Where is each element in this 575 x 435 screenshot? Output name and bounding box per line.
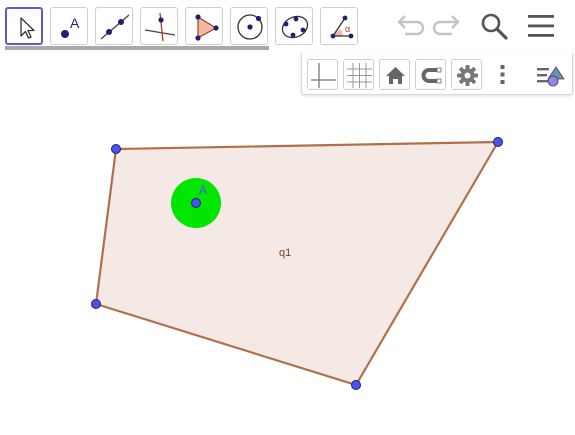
line-icon xyxy=(100,14,130,40)
arrow-cursor-icon xyxy=(20,17,35,39)
point-tool-label: A xyxy=(70,15,80,31)
undo-icon xyxy=(397,15,425,36)
vertex-bottom-right[interactable] xyxy=(351,380,361,390)
perpendicular-tool-button[interactable] xyxy=(140,7,178,45)
toggle-axes-button[interactable] xyxy=(307,59,338,90)
perpendicular-line-icon xyxy=(144,12,176,42)
circle-center-point-icon xyxy=(237,14,263,40)
point-capturing-button[interactable] xyxy=(415,59,446,90)
more-options-button[interactable] xyxy=(487,59,518,90)
polygon-q1-label: q1 xyxy=(279,247,291,259)
conic-tool-button[interactable] xyxy=(275,7,313,45)
graphics-style-bar xyxy=(301,53,573,95)
conic-five-points-icon xyxy=(281,15,309,39)
magnet-icon xyxy=(421,67,442,84)
angle-tool-button[interactable]: α xyxy=(320,7,358,45)
gear-icon xyxy=(457,65,478,86)
menu-icon xyxy=(528,15,554,37)
point-tool-button[interactable]: A xyxy=(50,7,88,45)
toolbar-progress-bar xyxy=(5,46,269,50)
style-bar-toggle-icon xyxy=(537,66,565,87)
polygon-tool-button[interactable] xyxy=(185,7,223,45)
graphics-view-canvas[interactable]: A q1 xyxy=(0,95,575,435)
angle-icon: α xyxy=(330,15,354,39)
more-vert-icon xyxy=(500,65,505,84)
settings-button[interactable] xyxy=(451,59,482,90)
vertex-bottom-left[interactable] xyxy=(91,299,101,309)
search-icon xyxy=(481,13,508,40)
redo-button[interactable] xyxy=(428,7,466,45)
style-bar-toggle-button[interactable] xyxy=(534,59,565,90)
search-button[interactable] xyxy=(475,7,513,45)
vertex-top-right[interactable] xyxy=(493,137,503,147)
menu-button[interactable] xyxy=(522,7,560,45)
line-tool-button[interactable] xyxy=(95,7,133,45)
toggle-grid-button[interactable] xyxy=(343,59,374,90)
undo-button[interactable] xyxy=(391,7,429,45)
polygon-q1[interactable] xyxy=(94,140,500,387)
angle-tool-label: α xyxy=(345,24,350,34)
standard-view-button[interactable] xyxy=(379,59,410,90)
circle-tool-button[interactable] xyxy=(230,7,268,45)
polygon-icon xyxy=(195,14,219,41)
point-a[interactable] xyxy=(191,198,201,208)
point-a-label: A xyxy=(199,183,207,197)
redo-icon xyxy=(432,15,460,36)
axes-icon xyxy=(311,63,336,88)
point-icon: A xyxy=(61,15,80,38)
home-icon xyxy=(386,67,405,84)
vertex-top-left[interactable] xyxy=(111,144,121,154)
move-tool-button[interactable] xyxy=(5,7,43,45)
grid-icon xyxy=(347,63,372,88)
main-toolbar: A α xyxy=(0,0,575,52)
